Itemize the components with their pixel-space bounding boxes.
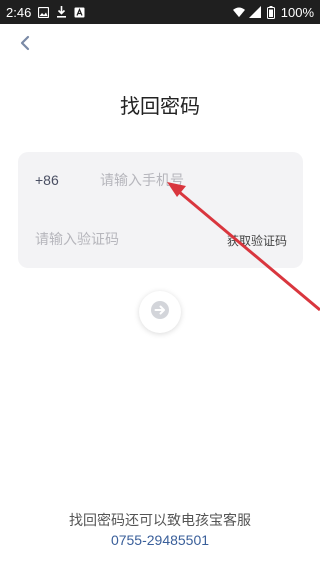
app-a-icon — [73, 6, 85, 18]
next-button[interactable] — [139, 291, 181, 333]
download-icon — [55, 6, 67, 18]
annotation-arrow — [167, 182, 320, 312]
phone-row: +86 — [18, 152, 303, 210]
service-phone-link[interactable]: 0755-29485501 — [0, 532, 320, 548]
wifi-icon — [232, 6, 245, 18]
arrow-right-icon — [151, 301, 169, 323]
get-code-button[interactable]: 获取验证码 — [227, 232, 287, 249]
code-row: 获取验证码 — [18, 210, 303, 268]
chevron-left-icon — [19, 35, 31, 55]
back-button[interactable] — [14, 34, 36, 56]
signal-icon — [248, 6, 261, 18]
status-left: 2:46 — [6, 5, 85, 20]
page-title: 找回密码 — [120, 94, 200, 118]
footer-help-text: 找回密码还可以致电孩宝客服 — [69, 513, 251, 529]
phone-input[interactable] — [100, 168, 290, 194]
battery-percent: 100% — [280, 4, 314, 20]
status-bar: 2:46 100% — [0, 0, 320, 24]
reset-form-card: +86 获取验证码 — [18, 152, 303, 268]
country-code[interactable]: +86 — [35, 172, 59, 188]
image-icon — [37, 6, 49, 18]
status-time: 2:46 — [6, 4, 32, 20]
battery-icon — [265, 5, 277, 19]
verification-code-input[interactable] — [35, 227, 205, 253]
status-right: 100% — [232, 4, 314, 20]
